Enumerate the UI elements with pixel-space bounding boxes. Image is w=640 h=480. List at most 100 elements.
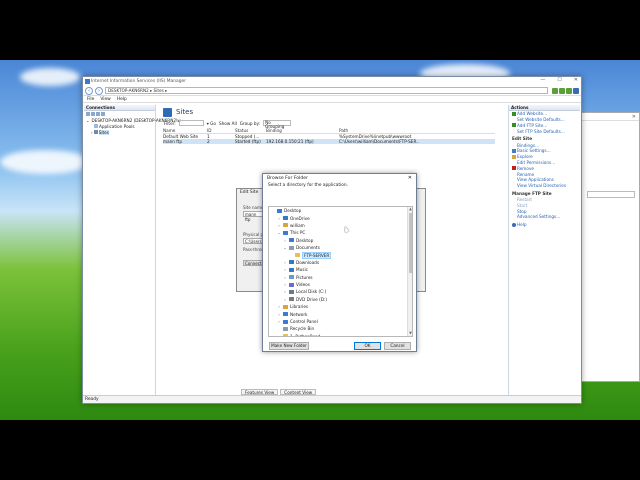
folder-tree-item[interactable]: › Control Panel (269, 318, 412, 325)
folder-tree-item[interactable]: › william (269, 222, 412, 229)
ok-button[interactable]: OK (354, 342, 381, 350)
close-button[interactable]: ✕ (574, 77, 578, 83)
action-icon (512, 166, 516, 171)
home-icon[interactable] (566, 87, 572, 94)
expand-icon[interactable]: › (283, 297, 287, 302)
physical-path-input[interactable]: C:\Users\ (243, 238, 263, 244)
connect-as-button[interactable]: Connect (243, 260, 263, 266)
collapse-icon[interactable]: ⌄ (277, 230, 281, 235)
close-icon[interactable]: ✕ (632, 114, 636, 120)
window-titlebar[interactable]: Internet Information Services (IIS) Mana… (83, 77, 581, 86)
desktop-icon (277, 208, 282, 213)
expand-icon[interactable]: › (277, 216, 281, 221)
folder-tree-item[interactable]: › Pictures (269, 274, 412, 281)
action-label: Edit Permissions... (517, 159, 556, 165)
column-header[interactable]: Binding (266, 128, 339, 133)
folder-tree-item[interactable]: Desktop (269, 207, 412, 214)
expand-icon[interactable]: › (277, 223, 281, 228)
go-button[interactable]: ▾ Go (207, 121, 216, 126)
folder-tree-item[interactable]: ⌄ This PC (269, 229, 412, 236)
address-field[interactable]: DESKTOP-AKN6RN2 ▸ Sites ▸ (105, 87, 548, 94)
expand-icon[interactable]: › (283, 267, 287, 272)
collapse-icon[interactable]: ⌄ (283, 245, 287, 250)
close-icon[interactable]: ✕ (408, 174, 412, 183)
menu-view[interactable]: View (100, 97, 110, 102)
stop-icon[interactable] (559, 87, 565, 94)
folder-tree-item[interactable]: › Videos (269, 281, 412, 288)
background-window-input[interactable] (587, 191, 635, 198)
expand-icon[interactable]: › (283, 282, 287, 287)
dialog-titlebar[interactable]: Browse For Folder ✕ (263, 174, 416, 183)
scrollbar-thumb[interactable] (409, 213, 412, 273)
menu-file[interactable]: File (87, 97, 94, 102)
cancel-button[interactable]: Cancel (384, 342, 411, 350)
folder-label: Pictures (296, 274, 313, 280)
column-header[interactable]: ID (207, 128, 235, 133)
action-label: View Applications (517, 177, 554, 183)
folder-tree-item[interactable]: ⌄ Documents (269, 244, 412, 251)
connect-icon[interactable] (86, 112, 90, 116)
folder-label: OneDrive (290, 215, 310, 221)
folder-tree-item[interactable]: FTP-SERVER (269, 251, 412, 259)
tree-item-server[interactable]: ⌄ DESKTOP-AKN6RN2 (DESKTOP-AKN6RN2\w (86, 117, 181, 123)
folder-tree-item[interactable]: › Libraries (269, 303, 412, 310)
folder-tree-item[interactable]: › OneDrive (269, 214, 412, 221)
up-icon[interactable] (96, 112, 100, 116)
refresh-icon[interactable] (552, 87, 558, 94)
scroll-up-icon[interactable]: ▲ (408, 207, 412, 212)
action-label: Restart (517, 196, 533, 202)
folder-tree-item[interactable]: 1. PythonRead (269, 333, 412, 337)
action-icon (512, 148, 516, 153)
action-help[interactable]: Help (509, 222, 580, 228)
menu-help[interactable]: Help (117, 97, 127, 102)
scroll-down-icon[interactable]: ▼ (408, 331, 412, 336)
expand-icon[interactable]: › (283, 238, 287, 243)
action-item[interactable]: Set FTP Site Defaults... (509, 128, 580, 134)
folder-tree-item[interactable]: › Network (269, 310, 412, 317)
folder-label: 1. PythonRead (290, 333, 321, 337)
show-all-button[interactable]: Show All (219, 121, 237, 126)
column-header[interactable]: Name (163, 128, 207, 133)
site-name-input[interactable]: mann ftp (243, 211, 263, 222)
forward-arrow-icon[interactable]: › (95, 86, 103, 95)
expand-icon[interactable]: › (283, 289, 287, 294)
background-window[interactable]: ✕ (578, 112, 640, 382)
filter-input[interactable] (178, 120, 204, 126)
save-icon[interactable] (91, 112, 95, 116)
desktop-icon (289, 238, 294, 243)
minimize-button[interactable]: — (540, 77, 545, 83)
tree-scrollbar[interactable]: ▲ ▼ (407, 207, 412, 336)
folder-tree[interactable]: Desktop › OneDrive › william ⌄ This PC › Desktop… (268, 206, 413, 337)
folder-tree-item[interactable]: › Music (269, 266, 412, 273)
group-by-select[interactable]: No Grouping (263, 120, 292, 129)
make-new-folder-button[interactable]: Make New Folder (269, 342, 309, 350)
tree-item-sites[interactable]: › Sites (86, 129, 155, 135)
maximize-button[interactable]: ☐ (557, 77, 561, 83)
dialog-description: Select a directory for the application. (268, 183, 348, 188)
column-header[interactable]: Path (339, 128, 419, 133)
filter-label: Filter: (164, 120, 176, 126)
expand-icon[interactable]: › (283, 275, 287, 280)
folder-tree-item[interactable]: Recycle Bin (269, 325, 412, 332)
table-row[interactable]: mann ftp 2 Started (ftp) 192.168.0.150:2… (163, 139, 495, 144)
back-arrow-icon[interactable]: ‹ (85, 86, 93, 95)
folder-tree-item[interactable]: › Local Disk (C:) (269, 288, 412, 295)
help-icon[interactable] (573, 87, 579, 94)
folder-tree-item[interactable]: › Desktop (269, 237, 412, 244)
sites-icon (93, 130, 98, 134)
collapse-icon[interactable]: ⌄ (86, 118, 90, 123)
action-item[interactable]: Advanced Settings... (509, 214, 580, 220)
action-icon (512, 129, 516, 133)
background-window-titlebar[interactable]: ✕ (579, 113, 639, 121)
expand-icon[interactable]: › (283, 260, 287, 265)
remove-connection-icon[interactable] (101, 112, 105, 116)
expand-icon[interactable]: › (91, 130, 93, 135)
expand-icon[interactable]: › (277, 319, 281, 324)
column-header[interactable]: Status (235, 128, 266, 133)
folder-tree-item[interactable]: › DVD Drive (D:) (269, 296, 412, 303)
group-by-label: Group by: (239, 120, 261, 126)
expand-icon[interactable]: › (277, 304, 281, 309)
folder-tree-item[interactable]: › Downloads (269, 259, 412, 266)
expand-icon[interactable]: › (277, 312, 281, 317)
action-item[interactable]: View Virtual Directories (509, 183, 580, 189)
